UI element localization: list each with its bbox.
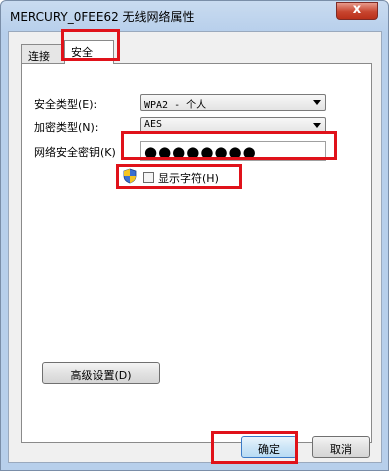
tab-connection[interactable]: 连接 xyxy=(21,44,65,63)
security-type-value: WPA2 - 个人 xyxy=(144,100,207,111)
ok-button[interactable]: 确定 xyxy=(241,436,297,458)
security-type-select[interactable]: WPA2 - 个人 xyxy=(140,94,326,111)
chevron-down-icon xyxy=(313,100,321,105)
ok-button-label: 确定 xyxy=(258,443,280,456)
network-key-value: ●●●●●●●● xyxy=(144,143,257,161)
tab-security[interactable]: 安全 xyxy=(64,40,114,64)
advanced-settings-button[interactable]: 高级设置(D) xyxy=(42,362,160,384)
network-key-input[interactable]: ●●●●●●●● xyxy=(140,141,326,161)
tab-connection-label: 连接 xyxy=(28,50,50,63)
uac-shield-icon xyxy=(123,168,137,184)
advanced-settings-label: 高级设置(D) xyxy=(70,369,132,382)
close-icon: x xyxy=(352,2,362,17)
security-panel: 安全类型(E): WPA2 - 个人 加密类型(N): AES 网络安全密钥(K… xyxy=(21,63,372,443)
chevron-down-icon xyxy=(313,123,321,128)
encryption-type-label: 加密类型(N): xyxy=(34,121,99,134)
encryption-type-select[interactable]: AES xyxy=(140,117,326,134)
close-button[interactable]: x xyxy=(336,2,378,20)
cancel-button-label: 取消 xyxy=(330,443,352,456)
show-characters-label: 显示字符(H) xyxy=(158,172,219,185)
window-title: MERCURY_0FEE62 无线网络属性 xyxy=(10,10,195,24)
show-characters-checkbox[interactable] xyxy=(143,172,154,183)
encryption-type-value: AES xyxy=(144,119,163,130)
title-bar[interactable]: MERCURY_0FEE62 无线网络属性 x xyxy=(1,1,388,31)
dialog-window: MERCURY_0FEE62 无线网络属性 x 连接 安全 安全类型(E): W… xyxy=(0,0,389,471)
tab-security-label: 安全 xyxy=(71,46,93,59)
dialog-client-area: 连接 安全 安全类型(E): WPA2 - 个人 加密类型(N): AES 网络… xyxy=(8,31,382,463)
network-key-label: 网络安全密钥(K) xyxy=(34,146,116,159)
cancel-button[interactable]: 取消 xyxy=(312,436,370,458)
security-type-label: 安全类型(E): xyxy=(34,98,98,111)
